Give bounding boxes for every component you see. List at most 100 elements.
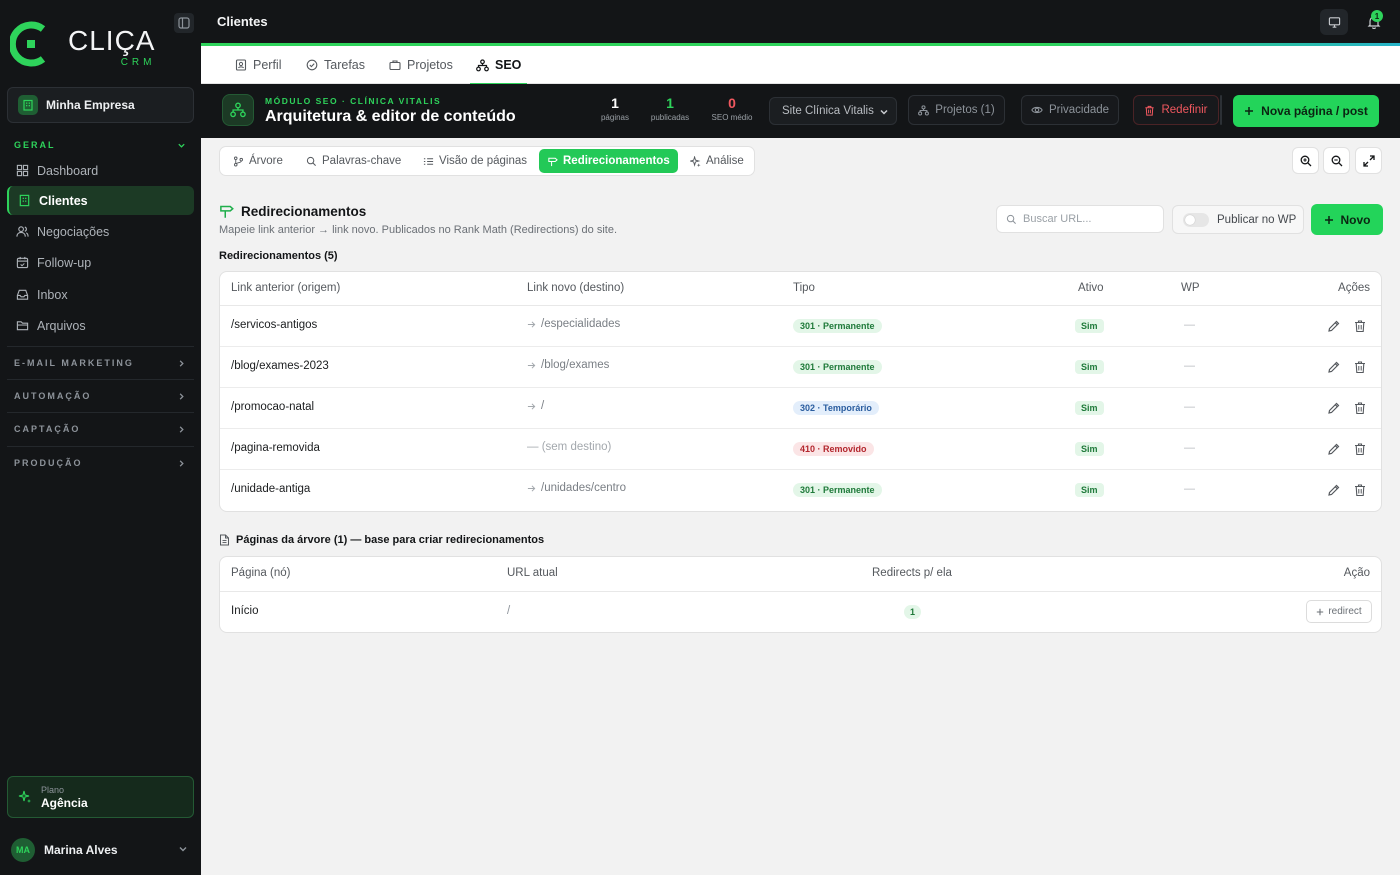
logo[interactable]: CLIÇA CRM	[10, 18, 155, 70]
search-url-field[interactable]	[996, 205, 1164, 233]
zoom-in-button[interactable]	[1292, 147, 1319, 174]
zoom-out-button[interactable]	[1323, 147, 1350, 174]
origin-link: /blog/exames-2023	[231, 360, 329, 372]
arrow-right-icon	[527, 320, 536, 328]
site-select[interactable]: Site Clínica Vitalis	[769, 97, 897, 125]
seo-module-label: MÓDULO SEO · CLÍNICA VITALIS	[265, 96, 442, 106]
column-header: Link novo (destino)	[527, 282, 625, 294]
add-redirect-button[interactable]: redirect	[1306, 600, 1372, 623]
sitemap-icon	[476, 58, 489, 71]
section-email-marketing[interactable]: E-MAIL MARKETING	[14, 358, 186, 368]
projects-button[interactable]: Projetos (1)	[908, 95, 1005, 125]
divider	[7, 412, 194, 413]
edit-icon[interactable]	[1327, 442, 1341, 456]
subtab-visao-de-paginas[interactable]: Visão de páginas	[415, 149, 535, 173]
sidebar-item-arquivos[interactable]: Arquivos	[7, 311, 194, 340]
tab-projetos[interactable]: Projetos	[389, 46, 453, 84]
zoom-out-icon	[1331, 155, 1342, 166]
stat-label: SEO médio	[711, 113, 753, 122]
plan-card[interactable]: Plano Agência	[7, 776, 194, 818]
subtab-palavras-chave[interactable]: Palavras-chave	[298, 149, 409, 173]
privacy-button[interactable]: Privacidade	[1021, 95, 1119, 125]
table-row[interactable]: Início / 1 redirect	[220, 592, 1381, 632]
inbox-icon	[16, 289, 29, 300]
wp-status: —	[1184, 360, 1195, 372]
collapse-sidebar-button[interactable]	[174, 13, 194, 33]
expand-icon	[1362, 154, 1375, 167]
section-geral[interactable]: GERAL	[14, 140, 186, 150]
trash-icon[interactable]	[1353, 401, 1367, 415]
reset-button[interactable]: Redefinir	[1133, 95, 1219, 125]
topbar: Clientes 1	[201, 0, 1400, 43]
display-button[interactable]	[1320, 9, 1348, 35]
trash-icon[interactable]	[1353, 360, 1367, 374]
subtab-arvore[interactable]: Árvore	[225, 149, 291, 173]
redirects-title: Redirecionamentos	[219, 204, 366, 219]
reset-button-label: Redefinir	[1161, 104, 1208, 116]
sidebar-item-dashboard[interactable]: Dashboard	[7, 156, 194, 185]
plan-label: Plano	[41, 784, 65, 795]
page-title: Clientes	[217, 14, 268, 29]
toggle-switch[interactable]	[1183, 212, 1209, 227]
destination-link: /especialidades	[527, 318, 620, 330]
table-row[interactable]: /pagina-removida — (sem destino) 410 · R…	[220, 429, 1381, 470]
company-switcher[interactable]: Minha Empresa	[7, 87, 194, 123]
section-captacao[interactable]: CAPTAÇÃO	[14, 424, 186, 434]
page-name: Início	[231, 605, 259, 617]
trash-icon[interactable]	[1353, 442, 1367, 456]
seo-header: MÓDULO SEO · CLÍNICA VITALIS Arquitetura…	[201, 84, 1400, 138]
origin-link: /servicos-antigos	[231, 319, 318, 331]
search-icon	[306, 156, 316, 166]
trash-icon[interactable]	[1353, 483, 1367, 497]
edit-icon[interactable]	[1327, 483, 1341, 497]
subtab-analise[interactable]: Análise	[682, 149, 752, 173]
wp-status: —	[1184, 401, 1195, 413]
edit-icon[interactable]	[1327, 360, 1341, 374]
tab-tarefas[interactable]: Tarefas	[306, 46, 365, 84]
subtab-label: Árvore	[249, 155, 283, 167]
search-url-input[interactable]	[1023, 213, 1153, 225]
table-row[interactable]: /blog/exames-2023 /blog/exames 301 · Per…	[220, 347, 1381, 388]
type-badge: 302 · Temporário	[793, 401, 879, 415]
table-row[interactable]: /servicos-antigos /especialidades 301 · …	[220, 306, 1381, 347]
trash-icon[interactable]	[1353, 319, 1367, 333]
sidebar-item-follow-up[interactable]: Follow-up	[7, 248, 194, 277]
check-circle-icon	[306, 59, 318, 71]
tab-seo[interactable]: SEO	[469, 46, 528, 85]
active-badge: Sim	[1075, 442, 1104, 456]
destination-link: — (sem destino)	[527, 441, 611, 453]
type-badge: 301 · Permanente	[793, 483, 882, 497]
subtab-redirecionamentos[interactable]: Redirecionamentos	[539, 149, 678, 173]
publish-wp-toggle[interactable]: Publicar no WP	[1172, 205, 1304, 234]
search-icon	[1006, 214, 1016, 224]
sidebar-item-clientes[interactable]: Clientes	[7, 186, 194, 215]
tab-label: SEO	[495, 58, 522, 72]
table-row[interactable]: /unidade-antiga /unidades/centro 301 · P…	[220, 470, 1381, 511]
section-geral-label: GERAL	[14, 140, 56, 150]
table-row[interactable]: /promocao-natal / 302 · Temporário Sim —	[220, 388, 1381, 429]
user-menu[interactable]: MA Marina Alves	[7, 835, 194, 865]
sidebar-item-negociacoes[interactable]: Negociações	[7, 217, 194, 246]
active-badge: Sim	[1075, 401, 1104, 415]
new-page-button[interactable]: Nova página / post	[1233, 95, 1379, 127]
site-select-value: Site Clínica Vitalis	[782, 105, 874, 117]
document-icon	[220, 534, 229, 546]
section-automacao[interactable]: AUTOMAÇÃO	[14, 391, 186, 401]
column-header: URL atual	[507, 567, 558, 579]
edit-icon[interactable]	[1327, 401, 1341, 415]
new-redirect-button[interactable]: Novo	[1311, 204, 1383, 235]
edit-icon[interactable]	[1327, 319, 1341, 333]
tab-perfil[interactable]: Perfil	[235, 46, 281, 84]
sidebar-item-inbox[interactable]: Inbox	[7, 280, 194, 309]
column-header: Ações	[1338, 282, 1370, 294]
column-header: Ação	[1343, 567, 1370, 579]
company-name: Minha Empresa	[46, 98, 135, 112]
page-url: /	[507, 605, 511, 617]
stat-seo-score: 0 SEO médio	[706, 95, 758, 122]
fullscreen-button[interactable]	[1355, 147, 1382, 174]
stat-pages: 1 páginas	[597, 95, 633, 122]
section-producao[interactable]: PRODUÇÃO	[14, 458, 186, 468]
badge-icon	[235, 59, 247, 71]
spacer	[1220, 95, 1222, 125]
destination-link: /	[527, 400, 544, 412]
